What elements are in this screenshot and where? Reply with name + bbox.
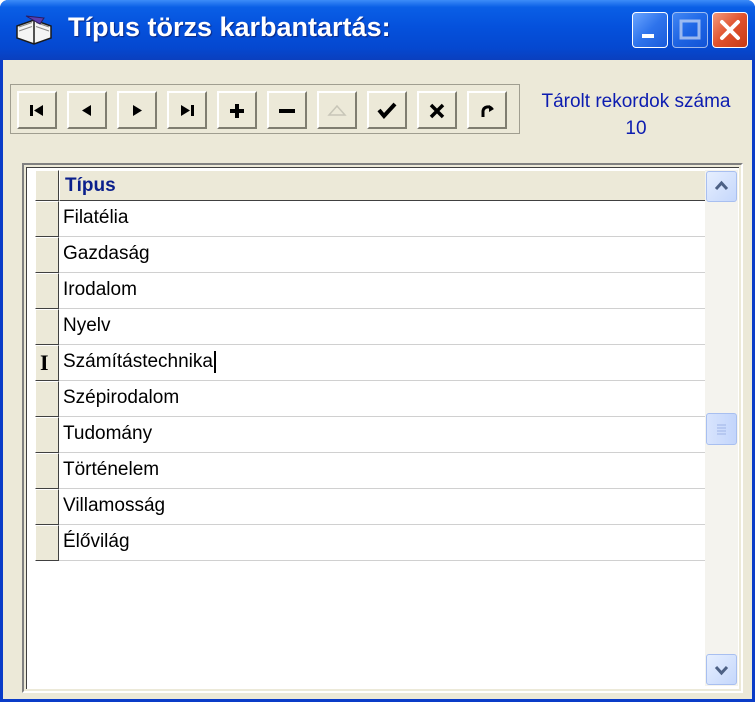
text-caret [213, 350, 216, 373]
close-icon [720, 20, 740, 40]
refresh-icon [481, 105, 494, 117]
minus-icon [279, 109, 295, 113]
record-count-label: Tárolt rekordok száma [541, 91, 731, 112]
skip-first-icon [30, 105, 43, 116]
grid-cell-tipus[interactable]: Irodalom [59, 273, 706, 309]
row-indicator[interactable] [35, 489, 59, 525]
cell-text: Szépirodalom [63, 387, 180, 408]
grid-cell-tipus[interactable]: Gazdaság [59, 237, 706, 273]
edit-cursor-icon: I [40, 350, 49, 375]
edit-record-button [317, 91, 357, 129]
delete-record-button[interactable] [267, 91, 307, 129]
next-record-button[interactable] [117, 91, 157, 129]
insert-record-button[interactable] [217, 91, 257, 129]
scroll-up-button[interactable] [706, 171, 737, 202]
checkmark-icon [377, 102, 397, 120]
cancel-edit-button[interactable] [417, 91, 457, 129]
db-navigator [10, 84, 520, 134]
cell-text: Tudomány [63, 423, 153, 444]
window-title: Típus törzs karbantartás: [68, 12, 391, 42]
row-indicator[interactable] [35, 201, 59, 237]
chevron-up-icon [714, 180, 729, 191]
triangle-up-icon [327, 104, 347, 116]
cell-text: Történelem [63, 459, 160, 480]
plus-icon [230, 104, 244, 118]
row-indicator[interactable] [35, 525, 59, 561]
cell-text: Nyelv [63, 315, 111, 336]
scroll-thumb[interactable] [706, 413, 737, 445]
chevron-down-icon [714, 665, 729, 676]
cell-text: Gazdaság [63, 243, 150, 264]
cell-text: Élővilág [63, 531, 130, 552]
triangle-left-icon [82, 105, 91, 116]
record-count-value: 10 [625, 118, 647, 139]
grid-cell-tipus[interactable]: Számítástechnika [59, 345, 706, 381]
row-indicator[interactable] [35, 417, 59, 453]
row-indicator[interactable]: I [35, 345, 59, 381]
title-bar[interactable]: Típus törzs karbantartás: [0, 0, 755, 60]
skip-last-icon [181, 105, 194, 116]
first-record-button[interactable] [17, 91, 57, 129]
minimize-icon [642, 34, 654, 38]
post-record-button[interactable] [367, 91, 407, 129]
refresh-button[interactable] [467, 91, 507, 129]
cell-text: Villamosság [63, 495, 166, 516]
maximize-icon [679, 19, 701, 40]
column-header-tipus[interactable]: Típus [59, 170, 706, 201]
cell-text: Irodalom [63, 279, 137, 300]
header-indicator-cell [35, 170, 59, 201]
grid-cell-tipus[interactable]: Nyelv [59, 309, 706, 345]
triangle-right-icon [133, 105, 142, 116]
close-button[interactable] [712, 12, 748, 48]
row-indicator[interactable] [35, 237, 59, 273]
cell-text: Számítástechnika [63, 351, 213, 372]
grip-icon [717, 424, 726, 435]
grid-cell-tipus[interactable]: Szépirodalom [59, 381, 706, 417]
vertical-scrollbar[interactable] [705, 170, 738, 686]
grid-cell-tipus[interactable]: Élővilág [59, 525, 706, 561]
cell-text: Filatélia [63, 207, 129, 228]
grid-cell-tipus[interactable]: Villamosság [59, 489, 706, 525]
row-indicator[interactable] [35, 453, 59, 489]
grid-cell-tipus[interactable]: Filatélia [59, 201, 706, 237]
prior-record-button[interactable] [67, 91, 107, 129]
row-indicator[interactable] [35, 273, 59, 309]
row-indicator[interactable] [35, 381, 59, 417]
grid-cell-tipus[interactable]: Tudomány [59, 417, 706, 453]
row-indicator[interactable] [35, 309, 59, 345]
scroll-down-button[interactable] [706, 654, 737, 685]
grid-cell-tipus[interactable]: Történelem [59, 453, 706, 489]
minimize-button[interactable] [632, 12, 668, 48]
record-count: Tárolt rekordok száma 10 [526, 88, 746, 142]
x-icon [429, 103, 445, 119]
maximize-button[interactable] [672, 12, 708, 48]
book-icon [14, 14, 54, 48]
last-record-button[interactable] [167, 91, 207, 129]
